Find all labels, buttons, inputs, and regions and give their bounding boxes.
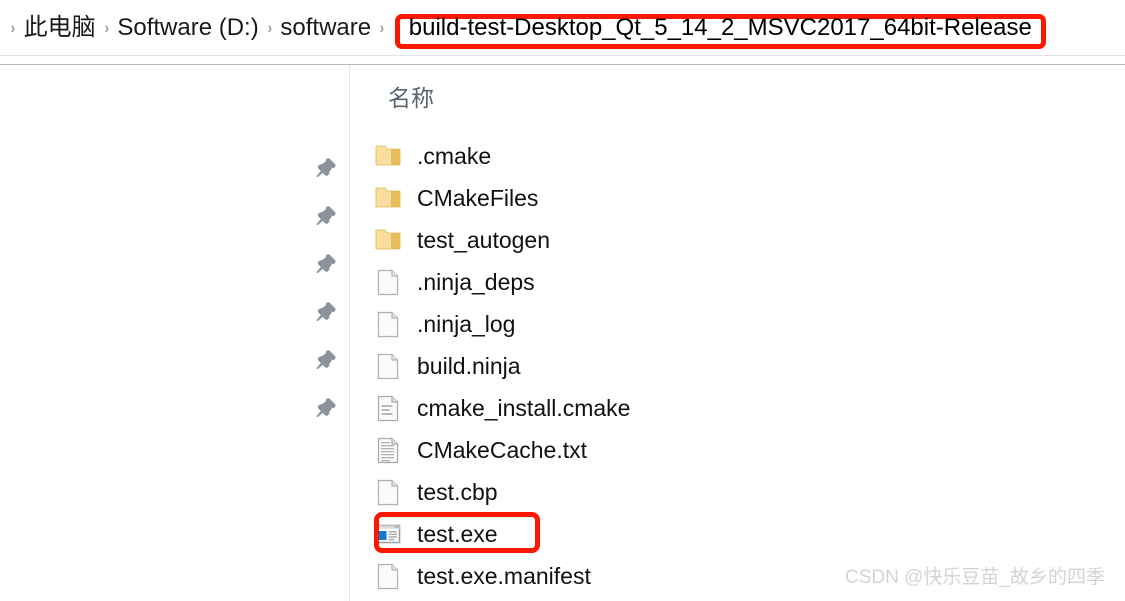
file-name-label: .cmake [417,143,492,169]
breadcrumb-separator-icon[interactable]: › [373,19,390,36]
file-list-item[interactable]: test.cbp [374,471,498,513]
breadcrumb-current-label: build-test-Desktop_Qt_5_14_2_MSVC2017_64… [408,14,1032,41]
watermark: CSDN @快乐豆苗_故乡的四季 [845,567,1105,588]
breadcrumb-separator-icon[interactable]: › [261,19,278,36]
file-name-label: .ninja_deps [417,269,535,295]
folder-icon [374,225,402,255]
file-list-pane: 名称 .cmake CMakeFiles test_autogen .ninja_de… [350,65,1125,601]
file-list-item[interactable]: test.exe [374,513,498,555]
file-list-item[interactable]: test_autogen [374,219,550,261]
file-name-label: test.exe [417,521,498,547]
file-name-label: cmake_install.cmake [417,395,631,421]
file-list-item[interactable]: .ninja_deps [374,261,535,303]
pin-icon[interactable] [314,299,340,325]
folder-icon [374,183,402,213]
file-list-item[interactable]: CMakeFiles [374,177,538,219]
pin-icon[interactable] [314,347,340,373]
file-name-label: CMakeFiles [417,185,539,211]
blank-file-icon [374,477,402,507]
file-name-label: test_autogen [417,227,551,253]
navigation-pane [0,65,349,601]
pin-icon[interactable] [314,155,340,181]
breadcrumb[interactable]: › 此电脑 › Software (D:) › software › build… [0,0,1125,55]
breadcrumb-separator-icon[interactable]: › [98,19,115,36]
blank-file-icon [374,561,402,591]
pin-icon[interactable] [314,203,340,229]
breadcrumb-highlight-box: build-test-Desktop_Qt_5_14_2_MSVC2017_64… [394,14,1046,49]
file-name-label: CMakeCache.txt [417,437,588,463]
breadcrumb-item-software[interactable]: software [280,13,371,43]
blank-file-icon [374,309,402,339]
file-list-item[interactable]: .ninja_log [374,303,515,345]
file-name-label: build.ninja [417,353,521,379]
file-name-label: .ninja_log [417,311,516,337]
blank-file-icon [374,351,402,381]
file-list-item[interactable]: test.exe.manifest [374,555,591,597]
pin-icon[interactable] [314,251,340,277]
file-list-item[interactable]: .cmake [374,135,491,177]
breadcrumb-item-software-d[interactable]: Software (D:) [117,13,258,43]
file-list-item[interactable]: build.ninja [374,345,521,387]
header-divider-light [0,55,1125,56]
file-name-label: test.cbp [417,479,498,505]
file-list-item[interactable]: CMakeCache.txt [374,429,587,471]
breadcrumb-separator-icon: › [10,18,16,37]
script-file-icon [374,393,402,423]
breadcrumb-current-folder[interactable]: build-test-Desktop_Qt_5_14_2_MSVC2017_64… [394,12,1046,49]
file-name-label: test.exe.manifest [417,563,591,589]
blank-file-icon [374,267,402,297]
application-icon [374,519,402,549]
column-header-name[interactable]: 名称 [388,83,434,113]
breadcrumb-item-this-pc[interactable]: 此电脑 [24,13,96,43]
file-list-item[interactable]: cmake_install.cmake [374,387,630,429]
pin-icon[interactable] [314,395,340,421]
folder-icon [374,141,402,171]
text-file-icon [374,435,402,465]
